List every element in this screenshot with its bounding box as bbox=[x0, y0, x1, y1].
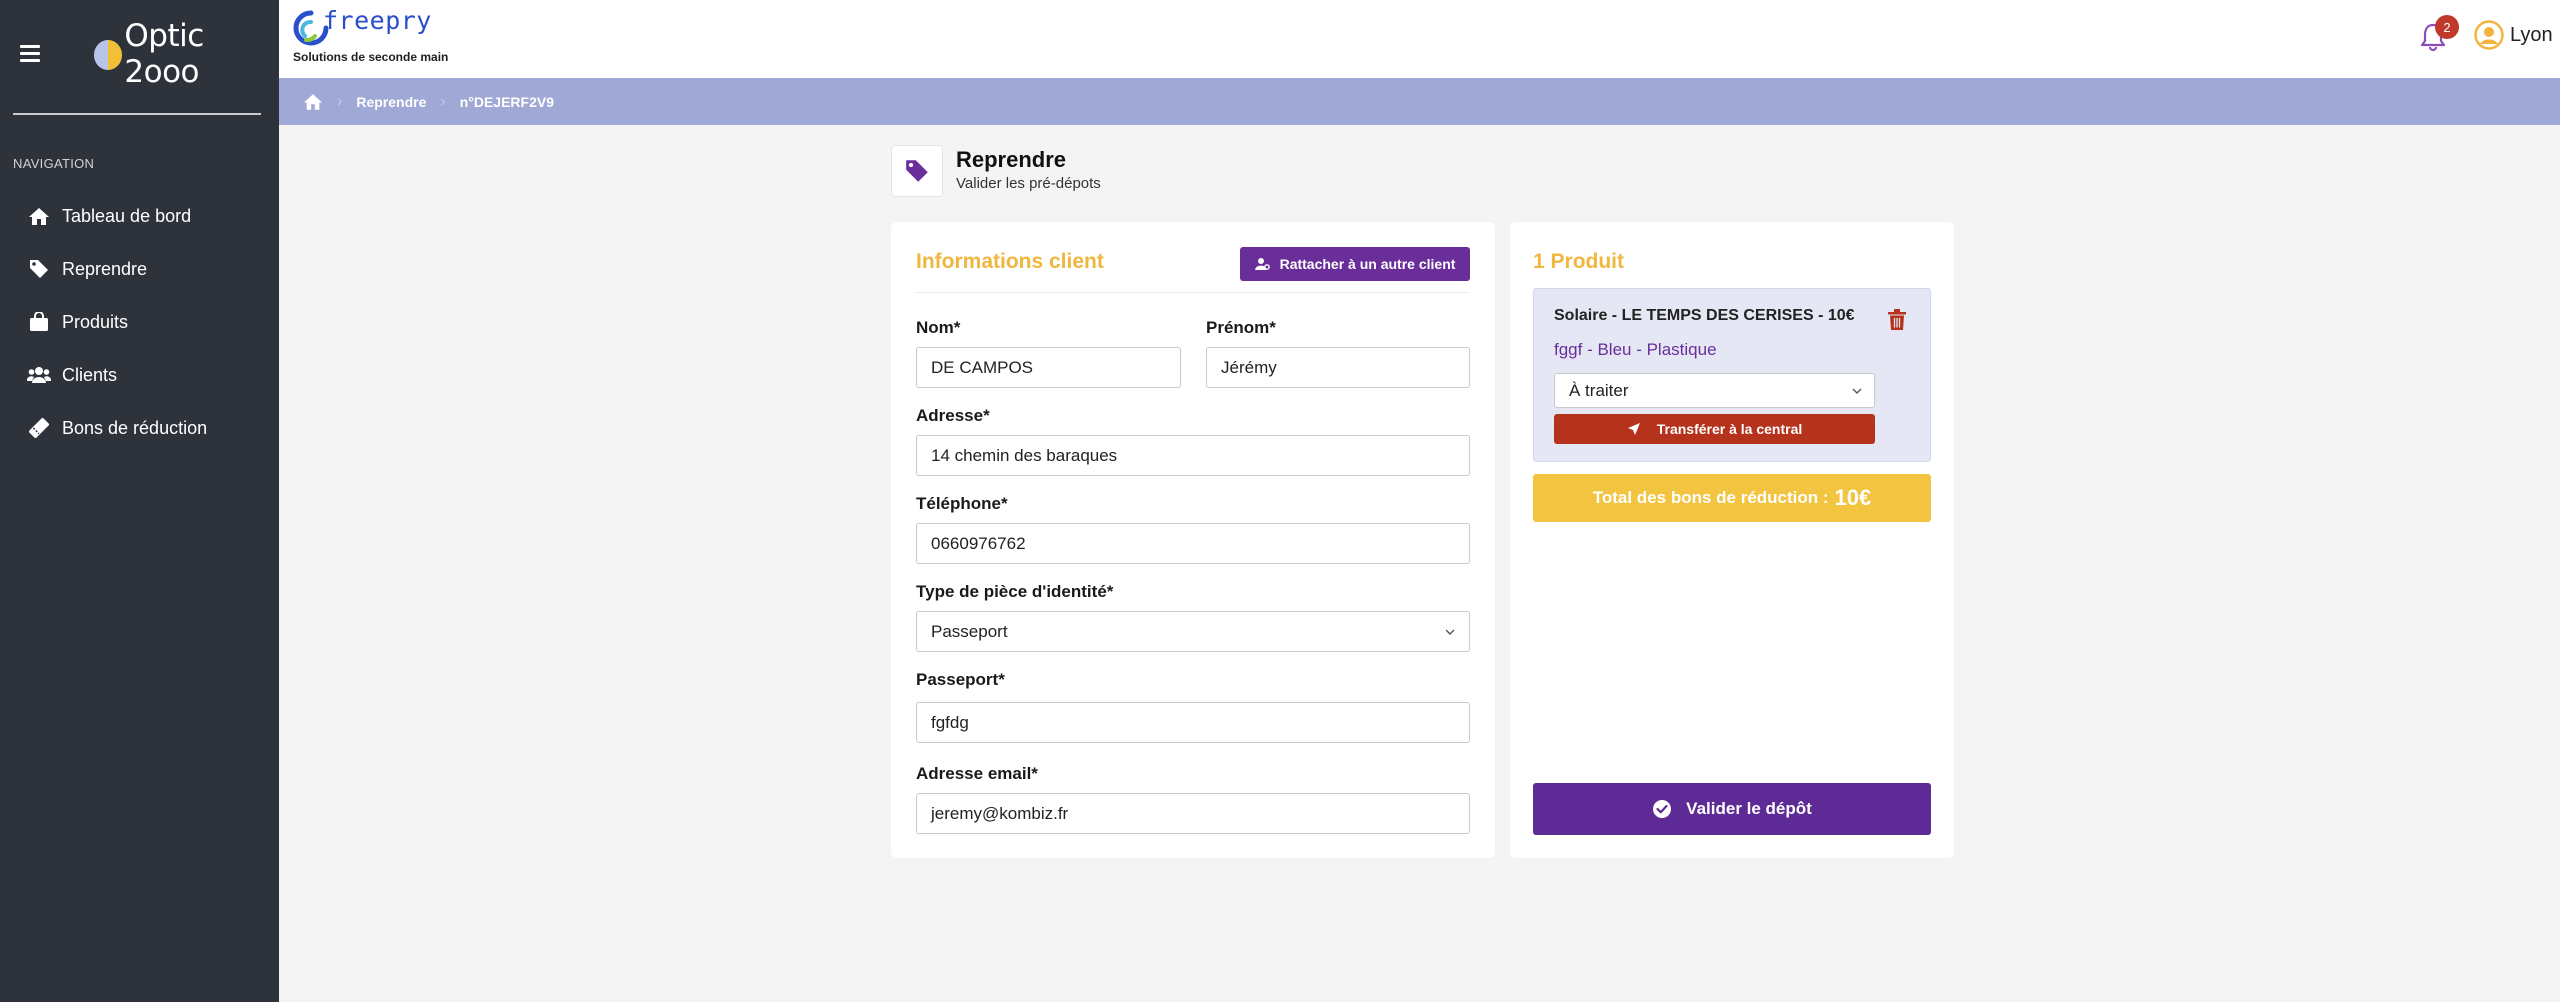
card-divider bbox=[916, 292, 1470, 293]
user-avatar-icon bbox=[2474, 20, 2504, 50]
email-input[interactable]: jeremy@kombiz.fr bbox=[916, 793, 1470, 834]
freepry-tagline: Solutions de seconde main bbox=[293, 50, 449, 64]
send-arrow-icon bbox=[1627, 422, 1641, 436]
prenom-label: Prénom* bbox=[1206, 318, 1276, 337]
breadcrumb-item-current: n°DEJERF2V9 bbox=[459, 93, 554, 110]
sidebar-item-label: Tableau de bord bbox=[62, 205, 192, 226]
user-link-icon bbox=[1254, 257, 1270, 271]
optic-2000-logo[interactable]: Optic 2ooo bbox=[94, 18, 279, 90]
chevron-down-icon bbox=[1852, 388, 1862, 394]
product-name: Solaire - LE TEMPS DES CERISES - 10€ bbox=[1554, 307, 1855, 324]
validate-deposit-button[interactable]: Valider le dépôt bbox=[1533, 783, 1931, 835]
sidebar-item-bons-de-reduction[interactable]: Bons de réduction bbox=[26, 413, 207, 443]
page-tag-icon bbox=[891, 145, 943, 197]
sidebar-item-clients[interactable]: Clients bbox=[26, 360, 117, 390]
logo-circle-icon bbox=[94, 40, 123, 70]
client-info-card: Informations client Rattacher à un autre… bbox=[891, 222, 1495, 858]
sidebar: Optic 2ooo NAVIGATION Tableau de bord Re… bbox=[0, 0, 279, 1002]
home-icon[interactable] bbox=[303, 93, 323, 111]
sidebar-header: Optic 2ooo bbox=[0, 0, 279, 114]
id-type-label: Type de pièce d'identité* bbox=[916, 582, 1114, 601]
transfer-to-central-button[interactable]: Transférer à la central bbox=[1554, 414, 1875, 444]
discount-total-banner: Total des bons de réduction : 10€ bbox=[1533, 474, 1931, 522]
ticket-icon bbox=[26, 417, 52, 439]
telephone-label: Téléphone* bbox=[916, 494, 1008, 513]
sidebar-item-label: Reprendre bbox=[62, 258, 148, 279]
tag-icon bbox=[26, 258, 52, 280]
hamburger-menu-icon[interactable] bbox=[20, 45, 40, 63]
users-icon bbox=[26, 364, 52, 386]
validate-button-label: Valider le dépôt bbox=[1686, 799, 1812, 818]
product-status-value: À traiter bbox=[1569, 380, 1629, 400]
email-label: Adresse email* bbox=[916, 764, 1038, 783]
user-menu[interactable]: Lyon bbox=[2474, 20, 2553, 50]
brand-name: Optic 2ooo bbox=[124, 18, 204, 90]
product-attributes: fggf - Bleu - Plastique bbox=[1554, 340, 1717, 359]
sidebar-item-tableau-de-bord[interactable]: Tableau de bord bbox=[26, 201, 191, 231]
sidebar-item-label: Bons de réduction bbox=[62, 417, 208, 438]
notification-count-badge: 2 bbox=[2435, 15, 2459, 39]
telephone-input[interactable]: 0660976762 bbox=[916, 523, 1470, 564]
discount-total-value: 10€ bbox=[1834, 485, 1872, 510]
sidebar-divider bbox=[13, 113, 261, 115]
sidebar-item-produits[interactable]: Produits bbox=[26, 307, 128, 337]
client-info-title: Informations client bbox=[916, 250, 1104, 273]
breadcrumb-separator-icon: › bbox=[337, 92, 343, 110]
discount-total-label: Total des bons de réduction : bbox=[1592, 488, 1829, 507]
chevron-down-icon bbox=[1445, 629, 1455, 635]
breadcrumb-separator-icon: › bbox=[440, 92, 446, 110]
sidebar-section-label: NAVIGATION bbox=[13, 156, 95, 171]
nom-label: Nom* bbox=[916, 318, 961, 337]
product-card: 1 Produit Solaire - LE TEMPS DES CERISES… bbox=[1510, 222, 1954, 858]
id-type-select[interactable]: Passeport bbox=[916, 611, 1470, 652]
page-subtitle: Valider les pré-dépots bbox=[956, 175, 1101, 192]
product-status-select[interactable]: À traiter bbox=[1554, 373, 1875, 408]
home-icon bbox=[26, 205, 52, 227]
check-circle-icon bbox=[1652, 799, 1672, 819]
shopping-bag-icon bbox=[26, 311, 52, 333]
id-type-value: Passeport bbox=[931, 621, 1008, 641]
product-count-title: 1 Produit bbox=[1533, 250, 1625, 273]
user-name: Lyon bbox=[2510, 23, 2553, 46]
topbar: freepry Solutions de seconde main 2 Lyon bbox=[279, 0, 2560, 78]
breadcrumb: › Reprendre › n°DEJERF2V9 bbox=[279, 78, 2560, 125]
passeport-label: Passeport* bbox=[916, 670, 1005, 689]
adresse-input[interactable]: 14 chemin des baraques bbox=[916, 435, 1470, 476]
nom-input[interactable]: DE CAMPOS bbox=[916, 347, 1181, 388]
transfer-button-label: Transférer à la central bbox=[1656, 421, 1803, 437]
sidebar-item-label: Produits bbox=[62, 311, 129, 332]
page-title: Reprendre bbox=[956, 147, 1067, 172]
freepry-logo-text[interactable]: freepry bbox=[323, 6, 432, 35]
sidebar-item-label: Clients bbox=[62, 364, 118, 385]
passeport-input[interactable]: fgfdg bbox=[916, 702, 1470, 743]
prenom-input[interactable]: Jérémy bbox=[1206, 347, 1470, 388]
adresse-label: Adresse* bbox=[916, 406, 990, 425]
attach-button-label: Rattacher à un autre client bbox=[1279, 256, 1456, 272]
product-item: Solaire - LE TEMPS DES CERISES - 10€ fgg… bbox=[1533, 288, 1931, 462]
trash-icon[interactable] bbox=[1888, 309, 1906, 331]
breadcrumb-item-reprendre[interactable]: Reprendre bbox=[356, 94, 426, 110]
sidebar-item-reprendre[interactable]: Reprendre bbox=[26, 254, 147, 284]
attach-other-client-button[interactable]: Rattacher à un autre client bbox=[1240, 247, 1470, 281]
